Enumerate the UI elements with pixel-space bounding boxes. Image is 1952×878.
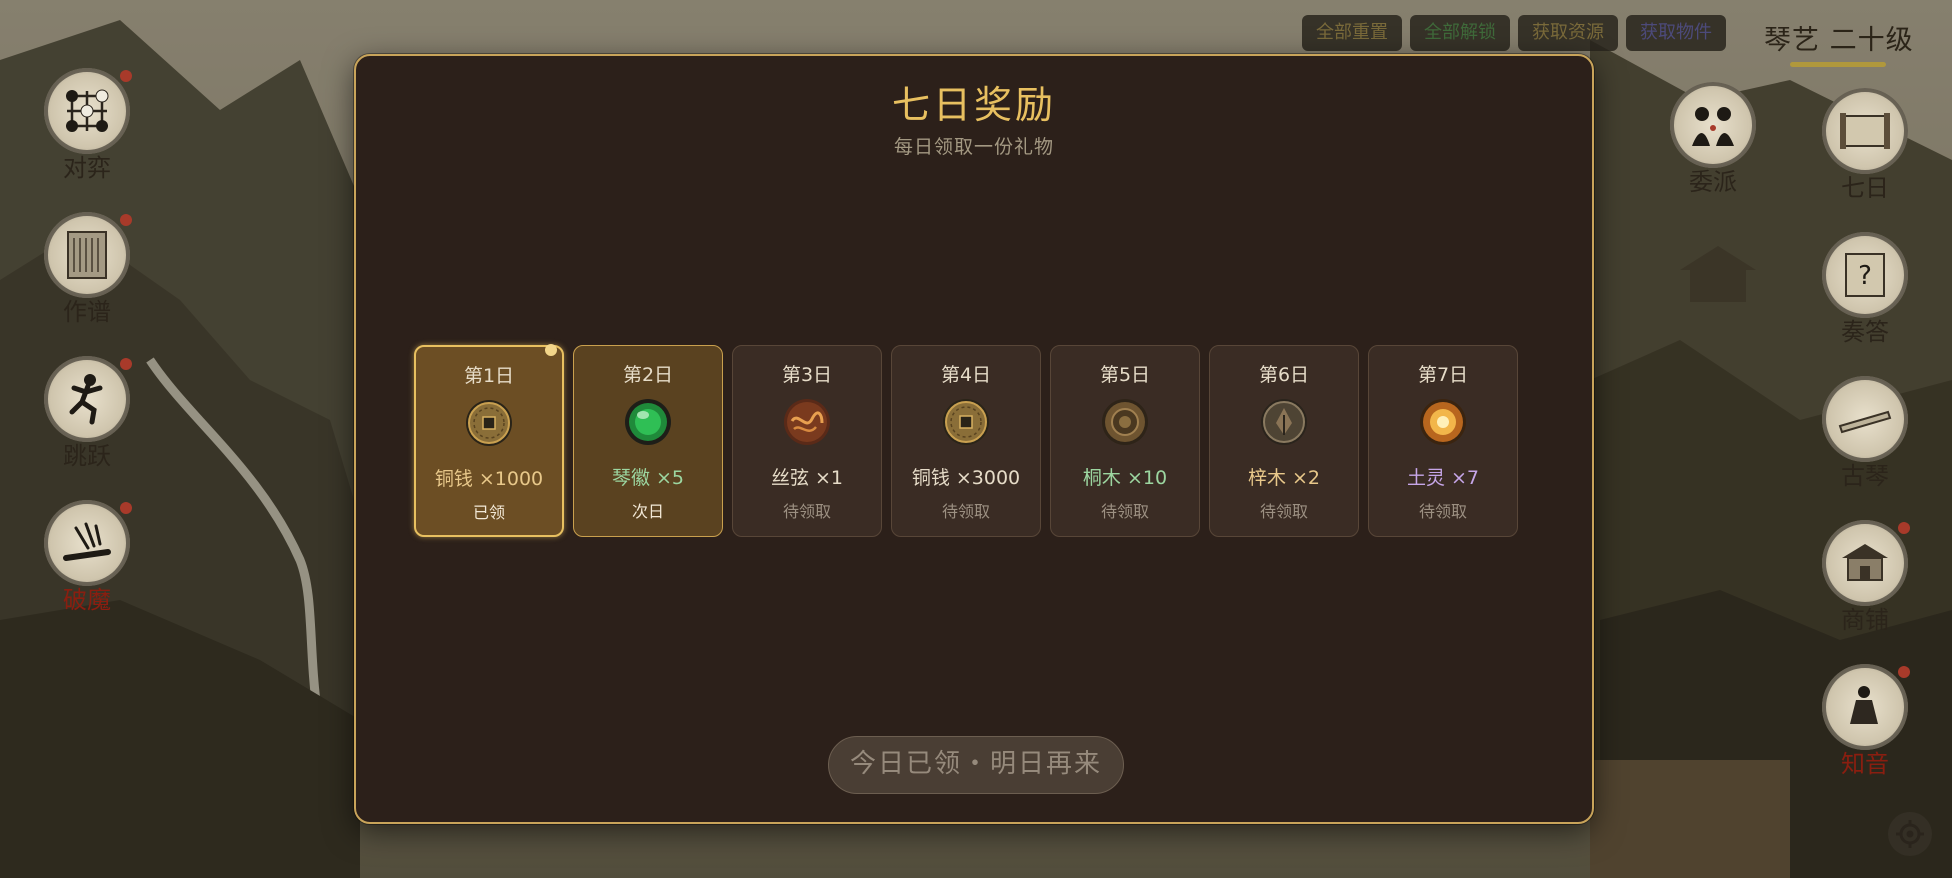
scroll-gift-icon xyxy=(1840,113,1890,149)
debug-toolbar: 全部重置 全部解锁 获取资源 获取物件 xyxy=(1302,15,1726,51)
left-menu-duiyi[interactable]: 对弈 xyxy=(32,68,142,183)
go-board-icon xyxy=(66,89,109,132)
seated-figure-icon xyxy=(1850,686,1878,724)
notification-dot xyxy=(1898,522,1910,534)
player-level-label: 琴艺 二十级 xyxy=(1764,25,1914,56)
card-reward-text: 琴徽 ×5 xyxy=(611,467,685,489)
tung-wood-icon xyxy=(1102,399,1148,445)
reward-card-day-3[interactable]: 第3日 丝弦 ×1 待领取 xyxy=(732,345,882,537)
card-status-text: 待领取 xyxy=(1100,502,1149,521)
reward-card-day-4[interactable]: 第4日 铜钱 ×3000 待领取 xyxy=(891,345,1041,537)
left-menu-pomo[interactable]: 破魔 xyxy=(32,500,142,615)
card-status-text: 待领取 xyxy=(782,502,831,521)
two-figures-icon xyxy=(1692,107,1734,146)
notification-dot xyxy=(120,358,132,370)
reward-card-day-7[interactable]: 第7日 土灵 ×7 待领取 xyxy=(1368,345,1518,537)
dialog-title: 七日奖励 xyxy=(891,83,1056,127)
right-menu-zhiyin[interactable]: 知音 xyxy=(1810,664,1920,779)
copper-coin-icon xyxy=(943,399,989,445)
jumping-figure-icon xyxy=(69,374,103,425)
card-day-label: 第6日 xyxy=(1258,364,1310,386)
card-reward-text: 铜钱 ×1000 xyxy=(434,468,544,490)
card-status-text: 待领取 xyxy=(1259,502,1308,521)
reward-card-day-1[interactable]: 第1日 铜钱 ×1000 已领 xyxy=(414,344,564,537)
get-items-button[interactable]: 获取物件 xyxy=(1626,15,1726,51)
reset-all-button[interactable]: 全部重置 xyxy=(1302,15,1402,51)
card-reward-text: 土灵 ×7 xyxy=(1406,467,1480,489)
jade-orb-icon xyxy=(625,399,671,445)
card-status-text: 待领取 xyxy=(941,502,990,521)
right-menu-shangpu[interactable]: 商铺 xyxy=(1810,520,1920,635)
qin-strings-icon xyxy=(63,522,111,561)
reward-card-day-2[interactable]: 第2日 琴徽 ×5 次日 xyxy=(573,345,723,537)
seven-day-reward-dialog: 七日奖励 每日领取一份礼物 第1日 铜钱 ×1000 已领 第2日 琴徽 ×5 … xyxy=(354,54,1594,824)
settings-gear-icon[interactable] xyxy=(1888,812,1932,856)
svg-text:?: ? xyxy=(1858,261,1872,291)
card-day-label: 第3日 xyxy=(781,364,833,386)
left-menu-tiaoyue[interactable]: 跳跃 xyxy=(32,356,142,471)
reward-card-row: 第1日 铜钱 ×1000 已领 第2日 琴徽 ×5 次日 第3日 丝弦 ×1 待… xyxy=(414,344,1518,537)
notification-dot xyxy=(120,214,132,226)
card-day-label: 第1日 xyxy=(463,365,515,387)
unlock-all-button[interactable]: 全部解锁 xyxy=(1410,15,1510,51)
claimed-indicator-dot xyxy=(545,344,557,356)
card-day-label: 第7日 xyxy=(1417,364,1469,386)
copper-coin-icon xyxy=(466,400,512,446)
card-reward-text: 铜钱 ×3000 xyxy=(911,467,1021,489)
claim-reward-button[interactable]: 今日已领・明日再来 xyxy=(828,736,1124,794)
reward-card-day-6[interactable]: 第6日 梓木 ×2 待领取 xyxy=(1209,345,1359,537)
card-day-label: 第2日 xyxy=(622,364,674,386)
guqin-icon xyxy=(1838,410,1892,434)
gear-icon xyxy=(1896,820,1924,848)
question-scroll-icon: ? xyxy=(1845,253,1885,297)
notification-dot xyxy=(120,502,132,514)
get-resources-button[interactable]: 获取资源 xyxy=(1518,15,1618,51)
card-day-label: 第5日 xyxy=(1099,364,1151,386)
notification-dot xyxy=(1898,666,1910,678)
level-progress-bar xyxy=(1790,62,1886,67)
right-menu-qiri[interactable]: 七日 xyxy=(1810,88,1920,203)
reward-card-day-5[interactable]: 第5日 桐木 ×10 待领取 xyxy=(1050,345,1200,537)
scroll-icon xyxy=(67,231,107,279)
catalpa-wood-icon xyxy=(1261,399,1307,445)
right-menu-guqin[interactable]: 古琴 xyxy=(1810,376,1920,491)
right-menu-weipai[interactable]: 委派 xyxy=(1658,82,1768,197)
card-status-text: 待领取 xyxy=(1418,502,1467,521)
shop-building-icon xyxy=(1842,544,1888,581)
card-status-text: 次日 xyxy=(631,502,664,521)
right-menu-zouda[interactable]: ? 奏答 xyxy=(1810,232,1920,347)
card-status-text: 已领 xyxy=(472,503,505,522)
dialog-subtitle: 每日领取一份礼物 xyxy=(893,136,1054,158)
card-day-label: 第4日 xyxy=(940,364,992,386)
notification-dot xyxy=(120,70,132,82)
card-reward-text: 梓木 ×2 xyxy=(1247,467,1321,489)
silk-string-icon xyxy=(784,399,830,445)
earth-spirit-icon xyxy=(1420,399,1466,445)
card-reward-text: 丝弦 ×1 xyxy=(770,467,844,489)
left-menu-zuopu[interactable]: 作谱 xyxy=(32,212,142,327)
card-reward-text: 桐木 ×10 xyxy=(1082,467,1168,489)
